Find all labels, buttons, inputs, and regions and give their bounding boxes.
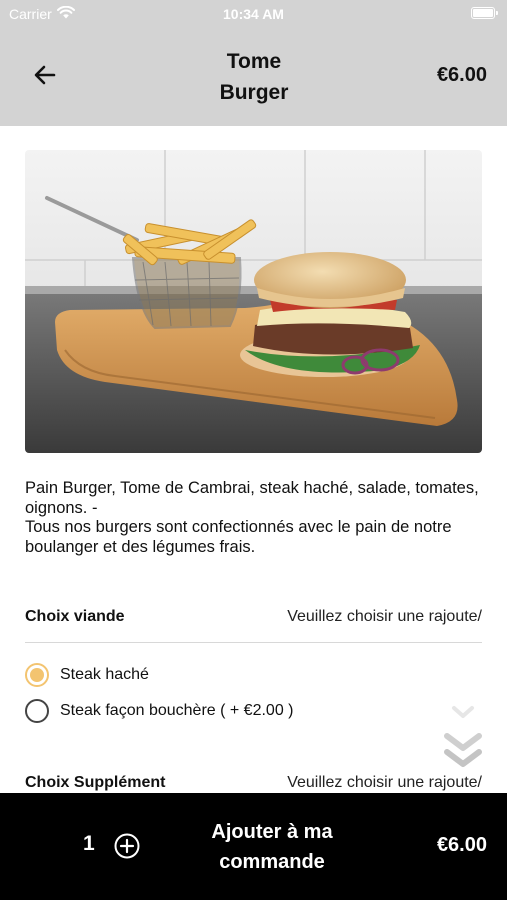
section-hint[interactable]: Veuillez choisir une rajoute/ — [287, 608, 482, 626]
battery-icon — [471, 7, 498, 19]
radio-selected[interactable] — [25, 663, 49, 687]
header: Tome Burger €6.00 — [0, 28, 507, 126]
option-steak-hache[interactable]: Steak haché — [25, 663, 149, 687]
add-to-order-button[interactable]: Ajouter à ma commande — [180, 817, 364, 877]
bottom-bar: 1 Ajouter à ma commande €6.00 — [0, 793, 507, 900]
divider — [25, 642, 482, 643]
page-title: Tome Burger — [219, 50, 289, 104]
quantity-value: 1 — [83, 832, 95, 855]
increase-quantity-button[interactable] — [114, 833, 140, 859]
product-image — [25, 150, 482, 453]
option-steak-facon-bouchere[interactable]: Steak façon bouchère ( + €2.00 ) — [25, 699, 293, 723]
scroll-down-icon[interactable] — [440, 702, 486, 772]
section-choix-supplement[interactable]: Choix Supplément Veuillez choisir une ra… — [25, 774, 482, 792]
section-label: Choix viande — [25, 608, 125, 625]
product-description: Pain Burger, Tome de Cambrai, steak hach… — [25, 479, 479, 556]
section-hint[interactable]: Veuillez choisir une rajoute/ — [287, 774, 482, 792]
plus-circle-icon — [114, 833, 140, 859]
section-label: Choix Supplément — [25, 774, 166, 791]
total-price: €6.00 — [436, 834, 487, 856]
section-choix-viande[interactable]: Choix viande Veuillez choisir une rajout… — [25, 608, 482, 626]
option-label: Steak façon bouchère ( + €2.00 ) — [60, 702, 294, 719]
status-time: 10:34 AM — [223, 6, 284, 22]
option-label: Steak haché — [60, 666, 149, 683]
radio-unselected[interactable] — [25, 699, 49, 723]
header-price: €6.00 — [436, 64, 487, 86]
arrow-left-icon — [34, 65, 56, 85]
back-button[interactable] — [30, 60, 60, 90]
status-bar: Carrier 10:34 AM — [0, 0, 507, 28]
